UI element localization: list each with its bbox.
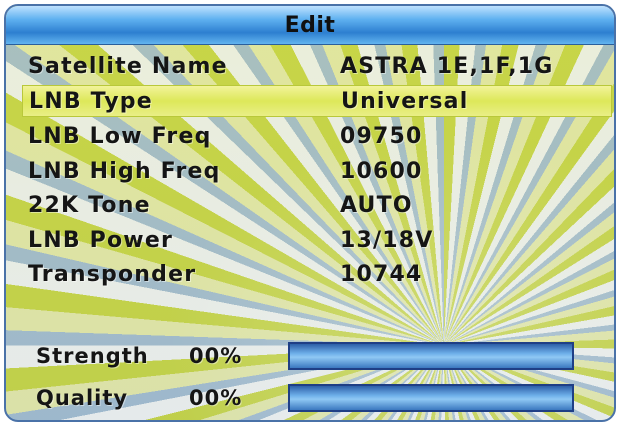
field-row-lnb-high-freq[interactable]: LNB High Freq 10600 [22,155,612,187]
signal-quality-row: Quality 00% [36,380,614,416]
field-label: LNB Type [29,88,153,114]
screen-title: Edit [284,12,336,38]
field-row-lnb-power[interactable]: LNB Power 13/18V [22,224,612,256]
strength-bar [288,342,574,370]
field-row-satellite-name[interactable]: Satellite Name ASTRA 1E,1F,1G [22,50,612,82]
field-value: ASTRA 1E,1F,1G [340,53,554,79]
field-label: Transponder [28,261,197,287]
field-row-lnb-type[interactable]: LNB Type Universal [22,85,612,117]
field-row-transponder[interactable]: Transponder 10744 [22,258,612,290]
field-label: Satellite Name [28,53,228,79]
field-label: 22K Tone [28,192,151,218]
field-value: 13/18V [340,227,434,253]
field-value: Universal [341,88,469,114]
quality-percent: 00% [189,386,243,410]
edit-screen: Edit Satellite Name ASTRA 1E,1F,1G LNB T… [4,4,616,422]
quality-bar [288,384,574,412]
field-value: 10600 [340,158,423,184]
strength-percent: 00% [189,344,243,368]
signal-strength-row: Strength 00% [36,338,614,374]
field-label: LNB Low Freq [28,123,212,149]
field-label: LNB High Freq [28,158,221,184]
field-value: AUTO [340,192,413,218]
field-label: LNB Power [28,227,173,253]
field-value: 10744 [340,261,423,287]
quality-label: Quality [36,386,129,410]
strength-label: Strength [36,344,149,368]
field-value: 09750 [340,123,423,149]
field-row-22k-tone[interactable]: 22K Tone AUTO [22,189,612,221]
field-row-lnb-low-freq[interactable]: LNB Low Freq 09750 [22,120,612,152]
title-bar: Edit [6,6,614,45]
